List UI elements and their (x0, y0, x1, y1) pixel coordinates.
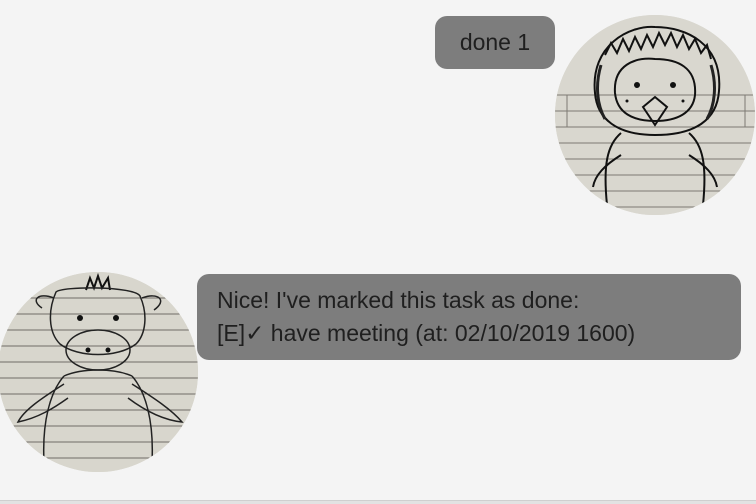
user-avatar (555, 15, 755, 215)
bot-message-bubble: Nice! I've marked this task as done: [E]… (197, 274, 741, 360)
chat-area[interactable]: done 1 Nice! I've marked this task as do… (0, 0, 756, 500)
bottom-divider (0, 500, 756, 504)
user-message-bubble: done 1 (435, 16, 555, 69)
bot-message-line-1: Nice! I've marked this task as done: (217, 287, 580, 313)
user-message-text: done 1 (459, 29, 531, 55)
bot-message-line-2: [E]✓ have meeting (at: 02/10/2019 1600) (217, 320, 636, 346)
bot-avatar (0, 272, 198, 472)
cow-sketch-icon (0, 272, 198, 472)
penguin-sketch-icon (555, 15, 755, 215)
